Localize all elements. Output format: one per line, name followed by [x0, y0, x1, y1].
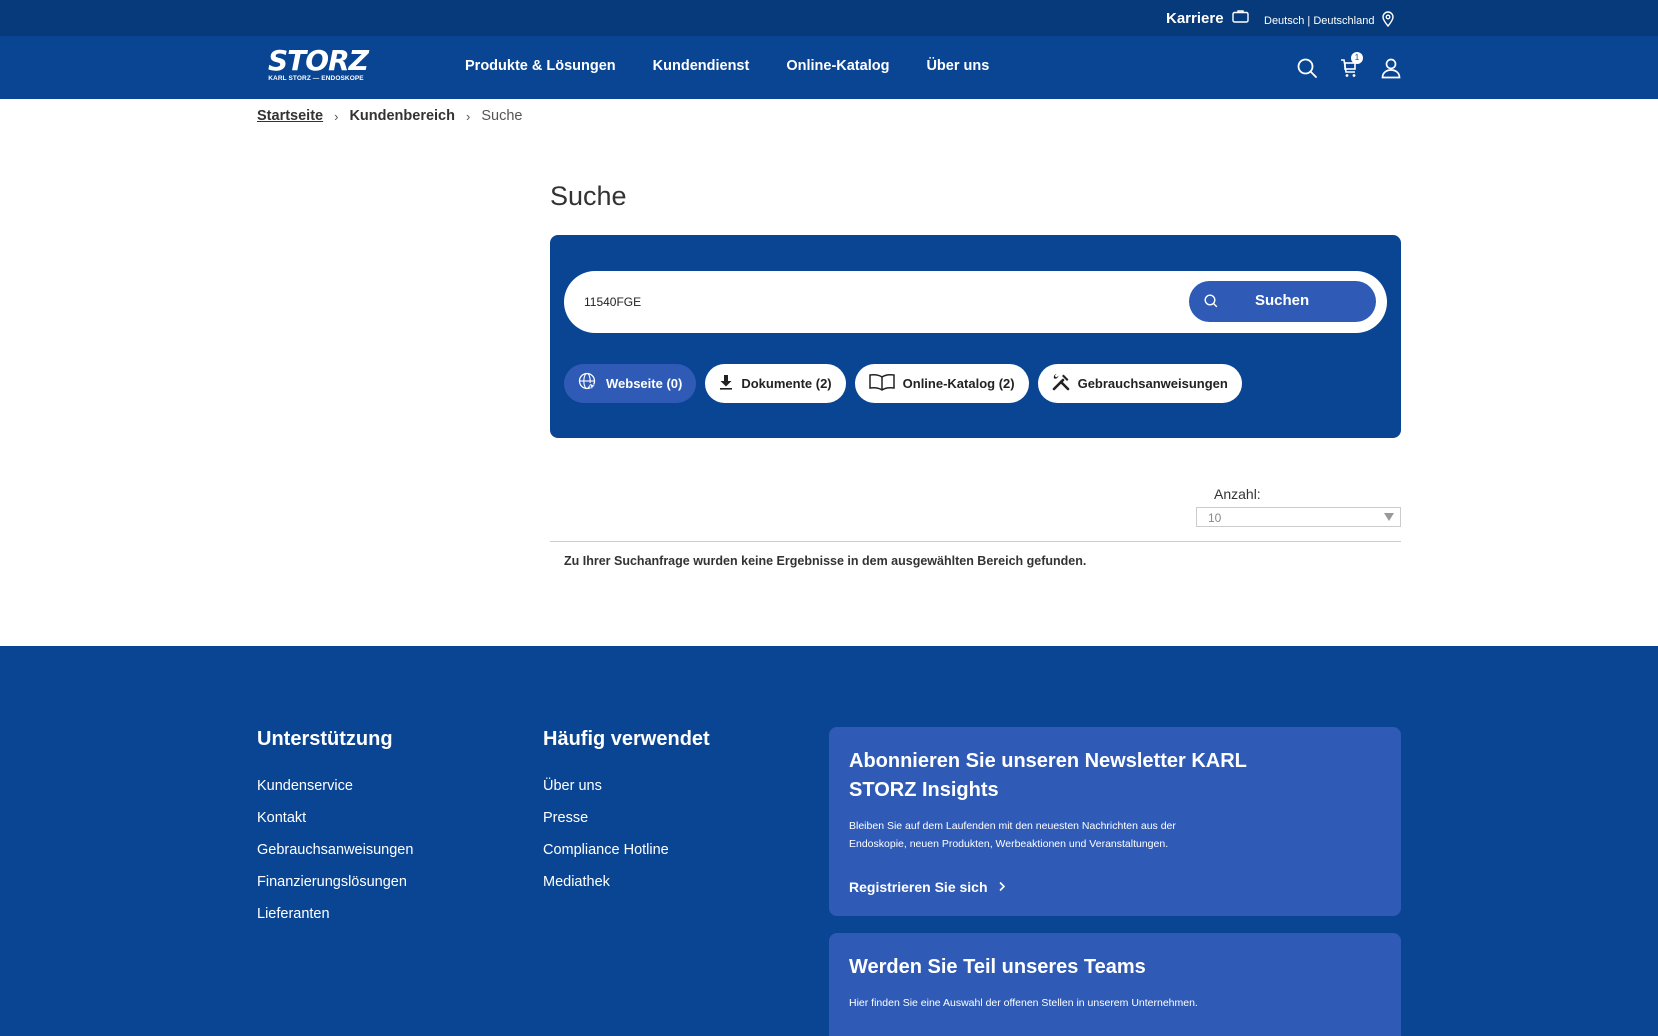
breadcrumb-separator: › — [334, 108, 339, 124]
book-icon — [868, 373, 895, 394]
breadcrumb: Startseite › Kundenbereich › Suche — [257, 108, 522, 124]
nav-icons: 1 — [1295, 52, 1403, 80]
location-pin-icon — [1382, 11, 1395, 30]
nav-item-about-us[interactable]: Über uns — [926, 58, 989, 74]
newsletter-text: Bleiben Sie auf dem Laufenden mit den ne… — [849, 820, 1176, 850]
globe-cursor-icon — [578, 372, 598, 395]
breadcrumb-home[interactable]: Startseite — [257, 108, 323, 124]
search-field: Suchen — [564, 271, 1387, 333]
count-select[interactable]: 10 — [1196, 507, 1401, 527]
breadcrumb-current: Suche — [481, 108, 523, 124]
tab-instructions-for-use[interactable]: Gebrauchsanweisungen — [1037, 364, 1242, 403]
career-link[interactable]: Karriere — [1166, 9, 1249, 27]
tab-instructions-label: Gebrauchsanweisungen — [1077, 376, 1228, 391]
search-button[interactable]: Suchen — [1189, 281, 1376, 322]
tab-documents-label: Dokumente (2) — [741, 376, 832, 391]
breadcrumb-separator: › — [465, 108, 471, 124]
footer: Unterstützung Kundenservice Kontakt Gebr… — [0, 646, 1658, 1036]
logo-subline: KARL STORZ — ENDOSKOPE — [268, 75, 364, 82]
footer-link-compliance-hotline[interactable]: Compliance Hotline — [543, 841, 710, 860]
newsletter-title: Abonnieren Sie unseren Newsletter KARL S… — [849, 750, 1247, 801]
count-select-value: 10 — [1208, 511, 1222, 525]
language-label: Deutsch | Deutschland — [1264, 14, 1375, 27]
footer-support-column: Unterstützung Kundenservice Kontakt Gebr… — [257, 728, 413, 937]
footer-link-instructions[interactable]: Gebrauchsanweisungen — [257, 841, 413, 860]
search-button-label: Suchen — [1255, 292, 1310, 309]
careers-text: Hier finden Sie eine Auswahl der offenen… — [849, 997, 1198, 1009]
footer-link-suppliers[interactable]: Lieferanten — [257, 905, 413, 924]
logo-wordmark: STORZ — [268, 44, 369, 77]
tools-icon — [1052, 373, 1070, 394]
count-label: Anzahl: — [1214, 486, 1261, 502]
footer-link-contact[interactable]: Kontakt — [257, 809, 413, 828]
nav-links: Produkte & Lösungen Kundendienst Online-… — [465, 58, 989, 74]
careers-title: Werden Sie Teil unseres Teams — [849, 956, 1146, 978]
footer-support-title: Unterstützung — [257, 728, 393, 750]
footer-link-media-library[interactable]: Mediathek — [543, 873, 710, 892]
nav-item-products[interactable]: Produkte & Lösungen — [465, 58, 616, 74]
page-title: Suche — [550, 181, 627, 211]
briefcase-icon — [1231, 9, 1249, 27]
newsletter-register-link[interactable]: Registrieren Sie sich — [849, 879, 1381, 895]
careers-card: Werden Sie Teil unseres Teams Hier finde… — [829, 933, 1401, 1036]
search-input[interactable] — [584, 290, 1184, 314]
footer-link-financing[interactable]: Finanzierungslösungen — [257, 873, 413, 892]
career-label: Karriere — [1166, 9, 1224, 27]
tab-website-label: Webseite (0) — [606, 376, 683, 391]
utility-bar: Karriere Deutsch | Deutschland — [0, 0, 1658, 36]
tab-online-catalog[interactable]: Online-Katalog (2) — [854, 364, 1029, 403]
search-scope-tabs: Webseite (0) Dokumente (2) Online-Katalo… — [564, 364, 1242, 403]
chevron-down-icon — [1384, 513, 1394, 521]
results-divider — [550, 541, 1401, 542]
user-icon[interactable] — [1379, 56, 1403, 80]
footer-link-customer-service[interactable]: Kundenservice — [257, 777, 413, 796]
newsletter-card: Abonnieren Sie unseren Newsletter KARL S… — [829, 727, 1401, 916]
nav-item-online-catalog[interactable]: Online-Katalog — [786, 58, 889, 74]
download-icon — [719, 374, 733, 393]
tab-online-catalog-label: Online-Katalog (2) — [902, 376, 1015, 391]
storz-logo[interactable]: STORZ KARL STORZ — ENDOSKOPE — [268, 44, 369, 86]
main-navigation: STORZ KARL STORZ — ENDOSKOPE Produkte & … — [0, 36, 1658, 99]
cart-count-badge: 1 — [1351, 52, 1363, 64]
search-panel: Suchen Webseite (0) Dokumente (2) Online… — [550, 235, 1401, 438]
no-results-message: Zu Ihrer Suchanfrage wurden keine Ergebn… — [564, 554, 1087, 568]
tab-website[interactable]: Webseite (0) — [564, 364, 697, 403]
cart-icon[interactable]: 1 — [1337, 52, 1363, 80]
chevron-right-icon — [998, 879, 1006, 895]
footer-link-about-us[interactable]: Über uns — [543, 777, 710, 796]
search-icon[interactable] — [1295, 56, 1319, 80]
nav-item-customer-service[interactable]: Kundendienst — [653, 58, 750, 74]
search-icon — [1203, 293, 1219, 314]
breadcrumb-customer-area[interactable]: Kundenbereich — [349, 108, 455, 124]
footer-link-press[interactable]: Presse — [543, 809, 710, 828]
footer-frequent-column: Häufig verwendet Über uns Presse Complia… — [543, 728, 710, 905]
newsletter-cta-label: Registrieren Sie sich — [849, 879, 988, 895]
language-selector[interactable]: Deutsch | Deutschland — [1264, 11, 1395, 30]
footer-frequent-title: Häufig verwendet — [543, 728, 710, 750]
tab-documents[interactable]: Dokumente (2) — [705, 364, 846, 403]
